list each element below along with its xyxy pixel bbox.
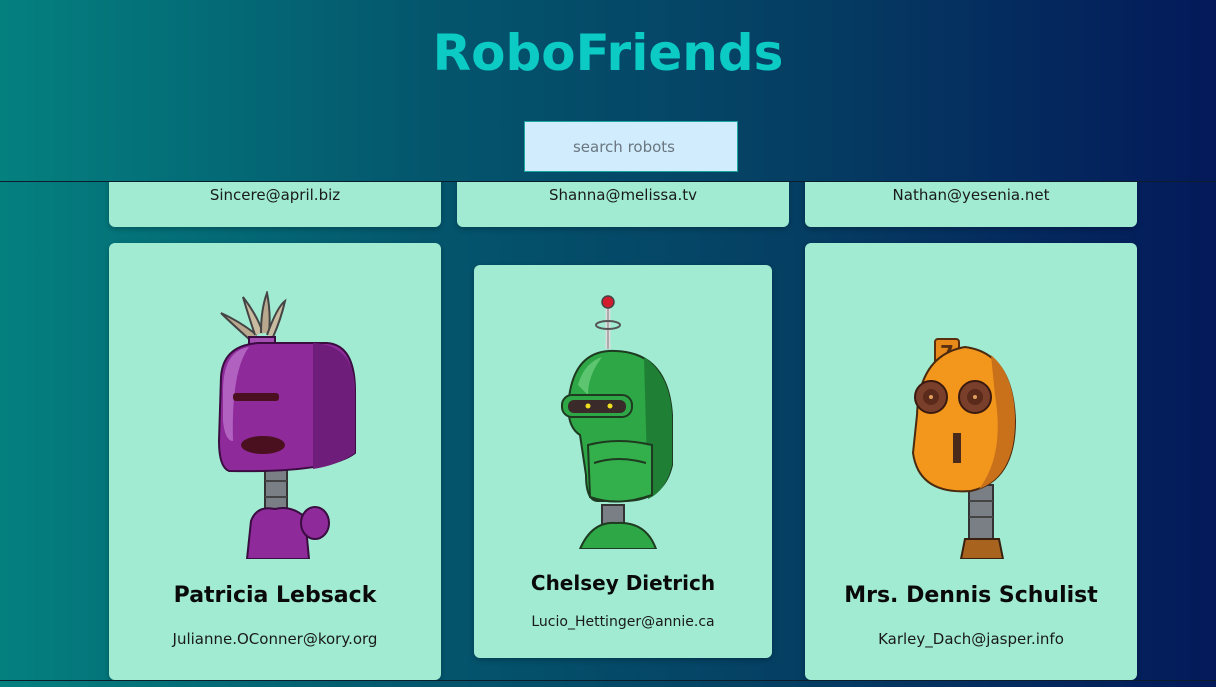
robot-name: Mrs. Dennis Schulist	[844, 583, 1098, 608]
header: RoboFriends	[0, 0, 1216, 182]
robot-card[interactable]: Nathan@yesenia.net	[805, 182, 1137, 227]
scroll-bottom-border	[0, 680, 1216, 681]
page-title: RoboFriends	[432, 24, 784, 82]
robot-email: Sincere@april.biz	[209, 186, 341, 204]
robot-card[interactable]: Chelsey Dietrich Lucio_Hettinger@annie.c…	[474, 265, 772, 658]
card-list[interactable]: Sincere@april.biz Shanna@melissa.tv Nath…	[0, 182, 1216, 680]
robot-card[interactable]: 7 Mrs. Dennis Schulist Karley_Dach@jaspe…	[805, 243, 1137, 680]
robot-email: Nathan@yesenia.net	[892, 186, 1050, 204]
robot-name: Patricia Lebsack	[173, 583, 377, 608]
robot-avatar-image	[561, 295, 673, 549]
robot-avatar-image	[217, 291, 356, 559]
robot-card[interactable]: Shanna@melissa.tv	[457, 182, 789, 227]
robot-card[interactable]: Sincere@april.biz	[109, 182, 441, 227]
robot-email: Shanna@melissa.tv	[549, 186, 697, 204]
robot-email: Julianne.OConner@kory.org	[172, 630, 378, 648]
search-input[interactable]	[524, 121, 738, 172]
robot-name: Chelsey Dietrich	[530, 571, 716, 595]
robot-email: Karley_Dach@jasper.info	[878, 630, 1064, 648]
robot-avatar-image: 7	[911, 338, 1017, 559]
robot-card[interactable]: Patricia Lebsack Julianne.OConner@kory.o…	[109, 243, 441, 680]
robot-email: Lucio_Hettinger@annie.ca	[531, 614, 715, 630]
